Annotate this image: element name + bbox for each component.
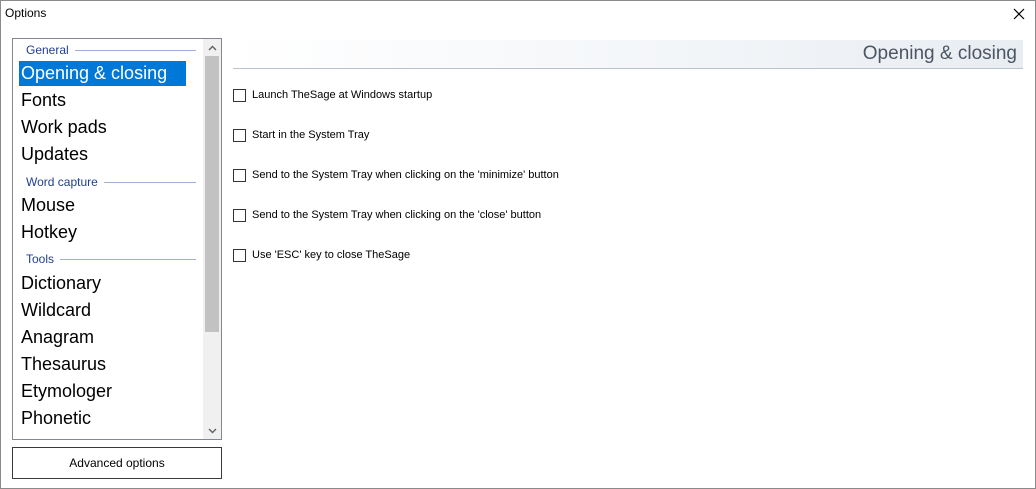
nav-item-fonts[interactable]: Fonts [19, 88, 186, 113]
checkbox[interactable] [233, 128, 246, 142]
nav-item-thesaurus[interactable]: Thesaurus [19, 352, 186, 377]
nav-item-opening-closing[interactable]: Opening & closing [19, 61, 186, 86]
window-title: Options [5, 6, 47, 20]
advanced-options-button[interactable]: Advanced options [12, 447, 222, 479]
option-tray-on-minimize[interactable]: Send to the System Tray when clicking on… [233, 168, 559, 182]
close-button[interactable] [1009, 5, 1029, 23]
option-esc-to-close[interactable]: Use 'ESC' key to close TheSage [233, 248, 410, 262]
nav-group-label: General [26, 43, 69, 57]
nav-group-divider [60, 258, 196, 260]
nav-item-work-pads[interactable]: Work pads [19, 115, 186, 140]
nav-item-hotkey[interactable]: Hotkey [19, 220, 186, 245]
nav-group-tools: Tools [26, 251, 196, 267]
nav-item-updates[interactable]: Updates [19, 142, 186, 167]
scroll-up-button[interactable] [203, 39, 221, 56]
nav-group-divider [103, 181, 196, 183]
nav-group-divider [74, 49, 196, 51]
nav-group-label: Tools [26, 252, 55, 266]
nav-group-word-capture: Word capture [26, 174, 196, 190]
scroll-thumb[interactable] [205, 56, 219, 332]
scroll-down-button[interactable] [203, 422, 221, 439]
option-label: Start in the System Tray [252, 129, 370, 141]
nav-item-dictionary[interactable]: Dictionary [19, 271, 186, 296]
options-window: Options General Opening & closing Fonts … [0, 0, 1036, 489]
nav-item-mouse[interactable]: Mouse [19, 193, 186, 218]
chevron-down-icon [208, 428, 216, 433]
section-header: Opening & closing [233, 40, 1023, 69]
option-label: Launch TheSage at Windows startup [252, 89, 433, 101]
option-label: Send to the System Tray when clicking on… [252, 209, 542, 221]
nav-item-anagram[interactable]: Anagram [19, 325, 186, 350]
close-icon [1013, 8, 1025, 20]
checkbox[interactable] [233, 208, 246, 222]
title-bar: Options [1, 1, 1035, 29]
checkbox[interactable] [233, 248, 246, 262]
chevron-up-icon [208, 45, 216, 50]
section-title: Opening & closing [862, 43, 1017, 64]
option-start-in-tray[interactable]: Start in the System Tray [233, 128, 369, 142]
nav-item-etymologer[interactable]: Etymologer [19, 379, 186, 404]
nav-group-general: General [26, 42, 196, 58]
checkbox[interactable] [233, 168, 246, 182]
option-launch-at-startup[interactable]: Launch TheSage at Windows startup [233, 88, 432, 102]
options-nav-list: General Opening & closing Fonts Work pad… [12, 38, 222, 440]
nav-item-wildcard[interactable]: Wildcard [19, 298, 186, 323]
nav-item-phonetic[interactable]: Phonetic [19, 406, 186, 431]
nav-group-label: Word capture [26, 175, 98, 189]
nav-scrollbar[interactable] [203, 39, 221, 439]
option-label: Send to the System Tray when clicking on… [252, 169, 559, 181]
option-label: Use 'ESC' key to close TheSage [252, 249, 411, 261]
checkbox[interactable] [233, 88, 246, 102]
option-tray-on-close[interactable]: Send to the System Tray when clicking on… [233, 208, 541, 222]
